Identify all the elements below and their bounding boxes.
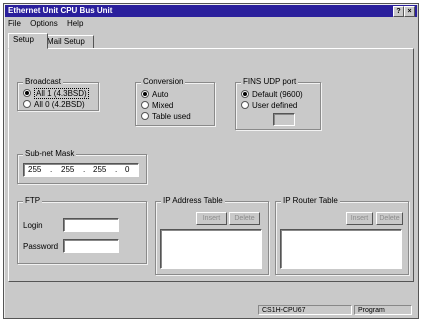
ip-router-table-list[interactable]	[280, 229, 402, 269]
broadcast-group: Broadcast All 1 (4.3BSD) All 0 (4.2BSD)	[17, 77, 99, 111]
window-title: Ethernet Unit CPU Bus Unit	[8, 6, 113, 15]
menu-options[interactable]: Options	[30, 19, 58, 28]
status-bar: CS1H-CPU67 Program	[8, 305, 414, 316]
subnet-mask-input[interactable]: 255 . 255 . 255 . 0	[23, 163, 139, 177]
radio-icon	[141, 112, 149, 120]
radio-icon	[23, 100, 31, 108]
ip-address-table-group: IP Address Table Insert Delete	[155, 196, 269, 275]
ip-router-delete-button[interactable]: Delete	[376, 212, 403, 225]
login-label: Login	[23, 221, 43, 230]
fins-udp-label: FINS UDP port	[241, 77, 299, 87]
fins-port-input[interactable]	[273, 113, 295, 126]
subnet-label: Sub-net Mask	[23, 149, 77, 159]
password-label: Password	[23, 242, 59, 251]
menu-bar: File Options Help	[8, 19, 90, 30]
broadcast-option-all0[interactable]: All 0 (4.2BSD)	[23, 100, 85, 110]
help-button[interactable]: ?	[393, 6, 404, 17]
login-input[interactable]	[63, 218, 119, 232]
fins-udp-group: FINS UDP port Default (9600) User define…	[235, 77, 321, 130]
radio-selected-icon	[141, 90, 149, 98]
status-mode: Program	[354, 305, 412, 315]
main-window: Ethernet Unit CPU Bus Unit ? × File Opti…	[3, 3, 419, 319]
ip-address-insert-button[interactable]: Insert	[196, 212, 227, 225]
conversion-label: Conversion	[141, 77, 186, 87]
conversion-option-auto[interactable]: Auto	[141, 90, 168, 100]
ip-address-table-label: IP Address Table	[161, 196, 225, 206]
ip-address-table-list[interactable]	[160, 229, 262, 269]
tab-setup[interactable]: Setup	[8, 33, 48, 49]
password-input[interactable]	[63, 239, 119, 253]
subnet-group: Sub-net Mask 255 . 255 . 255 . 0	[17, 149, 147, 184]
radio-icon	[141, 101, 149, 109]
radio-selected-icon	[23, 89, 31, 97]
ip-router-insert-button[interactable]: Insert	[346, 212, 373, 225]
ip-address-delete-button[interactable]: Delete	[229, 212, 260, 225]
fins-option-user-defined[interactable]: User defined	[241, 101, 297, 111]
status-model: CS1H-CPU67	[258, 305, 352, 315]
ip-router-table-label: IP Router Table	[281, 196, 340, 206]
fins-option-default[interactable]: Default (9600)	[241, 90, 303, 100]
setup-panel: Broadcast All 1 (4.3BSD) All 0 (4.2BSD) …	[8, 48, 414, 282]
menu-file[interactable]: File	[8, 19, 21, 28]
broadcast-option-all1[interactable]: All 1 (4.3BSD)	[23, 88, 89, 99]
ip-router-table-group: IP Router Table Insert Delete	[275, 196, 409, 275]
menu-help[interactable]: Help	[67, 19, 83, 28]
tab-mail-setup[interactable]: Mail Setup	[42, 35, 94, 49]
radio-icon	[241, 101, 249, 109]
ftp-group: FTP Login Password	[17, 196, 147, 264]
close-button[interactable]: ×	[404, 6, 415, 17]
broadcast-label: Broadcast	[23, 77, 64, 87]
title-bar[interactable]: Ethernet Unit CPU Bus Unit ? ×	[5, 5, 417, 17]
radio-selected-icon	[241, 90, 249, 98]
conversion-option-mixed[interactable]: Mixed	[141, 101, 173, 111]
ftp-label: FTP	[23, 196, 43, 206]
conversion-option-table-used[interactable]: Table used	[141, 112, 191, 122]
conversion-group: Conversion Auto Mixed Table used	[135, 77, 215, 126]
